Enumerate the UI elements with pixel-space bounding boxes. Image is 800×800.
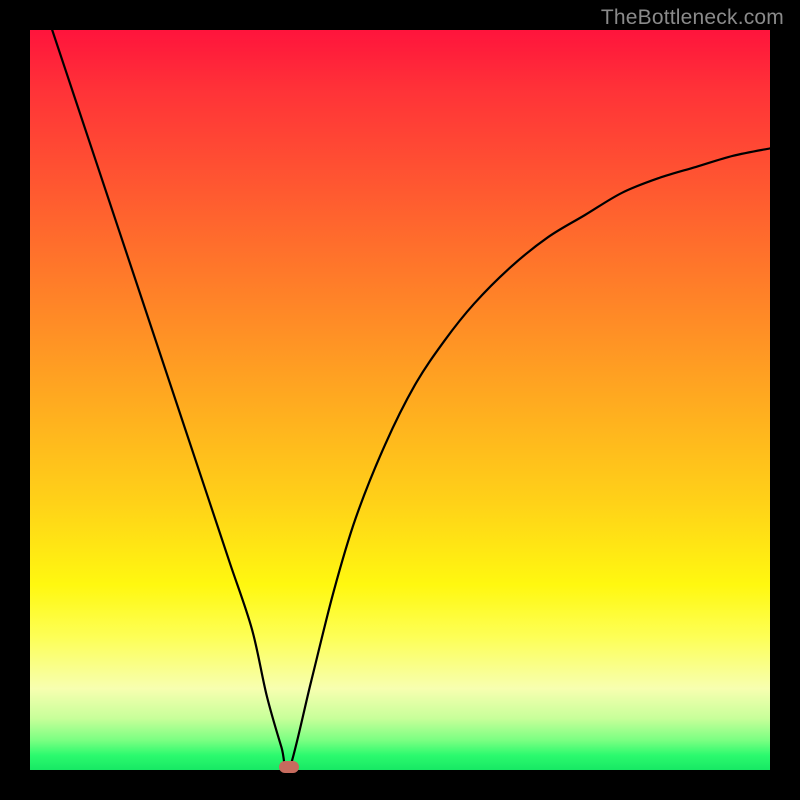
chart-container: TheBottleneck.com [0,0,800,800]
optimal-point-marker [279,761,299,773]
curve-svg [30,30,770,770]
watermark-text: TheBottleneck.com [601,6,784,30]
plot-area [30,30,770,770]
bottleneck-curve [52,30,770,770]
